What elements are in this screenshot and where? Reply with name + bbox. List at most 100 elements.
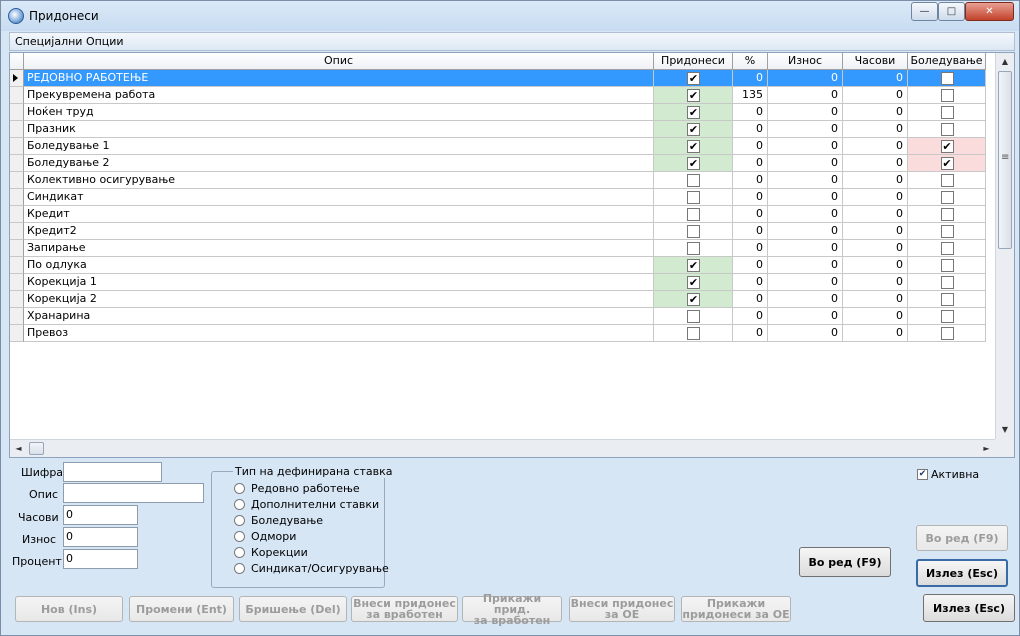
cell-opis[interactable]: Кредит	[24, 206, 654, 223]
header-chasovi[interactable]: Часови	[843, 53, 908, 70]
cell-iznos[interactable]: 0	[768, 308, 843, 325]
row-selector[interactable]	[10, 274, 24, 291]
cell-chasovi[interactable]: 0	[843, 291, 908, 308]
exit-right-button[interactable]: Излез (Esc)	[916, 559, 1008, 587]
cell-pct[interactable]: 0	[733, 104, 768, 121]
row-selector[interactable]	[10, 172, 24, 189]
cell-boleduvanje[interactable]	[908, 104, 986, 121]
cell-boleduvanje[interactable]	[908, 70, 986, 87]
cell-chasovi[interactable]: 0	[843, 104, 908, 121]
cell-pridonesi[interactable]: ✔	[654, 121, 733, 138]
table-row[interactable]: Ноќен труд ✔ 0 0 0	[10, 104, 986, 121]
cell-pct[interactable]: 0	[733, 223, 768, 240]
boleduvanje-checkbox[interactable]	[940, 327, 954, 340]
table-row[interactable]: Корекција 1 ✔ 0 0 0	[10, 274, 986, 291]
cell-pridonesi[interactable]: ✔	[654, 291, 733, 308]
table-row[interactable]: Запирање 0 0 0	[10, 240, 986, 257]
cell-chasovi[interactable]: 0	[843, 240, 908, 257]
cell-pridonesi[interactable]: ✔	[654, 104, 733, 121]
title-bar[interactable]: Придонеси — □ ✕	[1, 1, 1019, 31]
cell-boleduvanje[interactable]	[908, 291, 986, 308]
cell-boleduvanje[interactable]	[908, 206, 986, 223]
horizontal-scroll-thumb[interactable]	[29, 442, 44, 455]
cell-pct[interactable]: 0	[733, 155, 768, 172]
cell-opis[interactable]: Боледување 2	[24, 155, 654, 172]
cell-chasovi[interactable]: 0	[843, 274, 908, 291]
boleduvanje-checkbox[interactable]	[940, 310, 954, 323]
cell-chasovi[interactable]: 0	[843, 172, 908, 189]
row-selector[interactable]	[10, 138, 24, 155]
active-checkbox[interactable]: ✔	[917, 469, 928, 480]
ok-button[interactable]: Во ред (F9)	[799, 547, 891, 577]
cell-iznos[interactable]: 0	[768, 223, 843, 240]
cell-iznos[interactable]: 0	[768, 189, 843, 206]
cell-iznos[interactable]: 0	[768, 325, 843, 342]
cell-pridonesi[interactable]: ✔	[654, 257, 733, 274]
scroll-right-icon[interactable]: ►	[978, 440, 995, 457]
cell-boleduvanje[interactable]	[908, 172, 986, 189]
cell-iznos[interactable]: 0	[768, 291, 843, 308]
cell-iznos[interactable]: 0	[768, 104, 843, 121]
cell-opis[interactable]: Ноќен труд	[24, 104, 654, 121]
pridonesi-checkbox[interactable]: ✔	[687, 140, 700, 153]
cell-boleduvanje[interactable]: ✔	[908, 155, 986, 172]
table-row[interactable]: Превоз 0 0 0	[10, 325, 986, 342]
type-radio-3[interactable]	[234, 531, 245, 542]
cell-opis[interactable]: Превоз	[24, 325, 654, 342]
pridonesi-checkbox[interactable]	[687, 174, 700, 187]
cell-pct[interactable]: 0	[733, 257, 768, 274]
row-selector[interactable]	[10, 257, 24, 274]
menu-special-options[interactable]: Специјални Опции	[15, 35, 124, 48]
cell-pridonesi[interactable]: ✔	[654, 274, 733, 291]
boleduvanje-checkbox[interactable]	[940, 123, 954, 136]
table-row[interactable]: РЕДОВНО РАБОТЕЊЕ ✔ 0 0 0	[10, 70, 986, 87]
row-selector[interactable]	[10, 308, 24, 325]
show-for-unit-button[interactable]: Прикажи придонеси за ОЕ	[681, 596, 791, 622]
cell-boleduvanje[interactable]: ✔	[908, 138, 986, 155]
cell-boleduvanje[interactable]	[908, 240, 986, 257]
cell-chasovi[interactable]: 0	[843, 325, 908, 342]
chasovi-input[interactable]: 0	[63, 505, 138, 525]
cell-iznos[interactable]: 0	[768, 240, 843, 257]
cell-boleduvanje[interactable]	[908, 223, 986, 240]
contributions-grid[interactable]: Опис Придонеси % Износ Часови Боледување…	[9, 52, 1015, 458]
table-row[interactable]: Боледување 2 ✔ 0 0 0 ✔	[10, 155, 986, 172]
row-selector[interactable]	[10, 240, 24, 257]
cell-chasovi[interactable]: 0	[843, 308, 908, 325]
cell-iznos[interactable]: 0	[768, 206, 843, 223]
scroll-down-icon[interactable]: ▼	[996, 421, 1014, 438]
cell-opis[interactable]: Празник	[24, 121, 654, 138]
cell-opis[interactable]: Боледување 1	[24, 138, 654, 155]
vertical-scrollbar[interactable]: ▲ ≡ ▼	[995, 53, 1014, 439]
table-row[interactable]: Кредит2 0 0 0	[10, 223, 986, 240]
type-radio-2[interactable]	[234, 515, 245, 526]
cell-chasovi[interactable]: 0	[843, 155, 908, 172]
cell-opis[interactable]: Синдикат	[24, 189, 654, 206]
cell-pridonesi[interactable]	[654, 325, 733, 342]
cell-pridonesi[interactable]: ✔	[654, 87, 733, 104]
cell-pridonesi[interactable]	[654, 240, 733, 257]
cell-chasovi[interactable]: 0	[843, 121, 908, 138]
table-row[interactable]: Колективно осигурување 0 0 0	[10, 172, 986, 189]
boleduvanje-checkbox[interactable]	[940, 259, 954, 272]
cell-pridonesi[interactable]	[654, 206, 733, 223]
cell-pct[interactable]: 0	[733, 70, 768, 87]
shifra-input[interactable]	[63, 462, 162, 482]
pridonesi-checkbox[interactable]	[687, 242, 700, 255]
boleduvanje-checkbox[interactable]: ✔	[940, 157, 954, 170]
pridonesi-checkbox[interactable]	[687, 208, 700, 221]
cell-pridonesi[interactable]: ✔	[654, 138, 733, 155]
scroll-up-icon[interactable]: ▲	[996, 53, 1014, 70]
row-selector[interactable]	[10, 325, 24, 342]
pridonesi-checkbox[interactable]: ✔	[687, 72, 700, 85]
cell-pct[interactable]: 135	[733, 87, 768, 104]
row-selector[interactable]	[10, 70, 24, 87]
cell-boleduvanje[interactable]	[908, 308, 986, 325]
close-button[interactable]: ✕	[965, 2, 1014, 21]
scroll-left-icon[interactable]: ◄	[10, 440, 27, 457]
header-boleduvanje[interactable]: Боледување	[908, 53, 986, 70]
table-row[interactable]: Корекција 2 ✔ 0 0 0	[10, 291, 986, 308]
cell-opis[interactable]: По одлука	[24, 257, 654, 274]
table-row[interactable]: Кредит 0 0 0	[10, 206, 986, 223]
ok-right-button[interactable]: Во ред (F9)	[916, 525, 1008, 551]
